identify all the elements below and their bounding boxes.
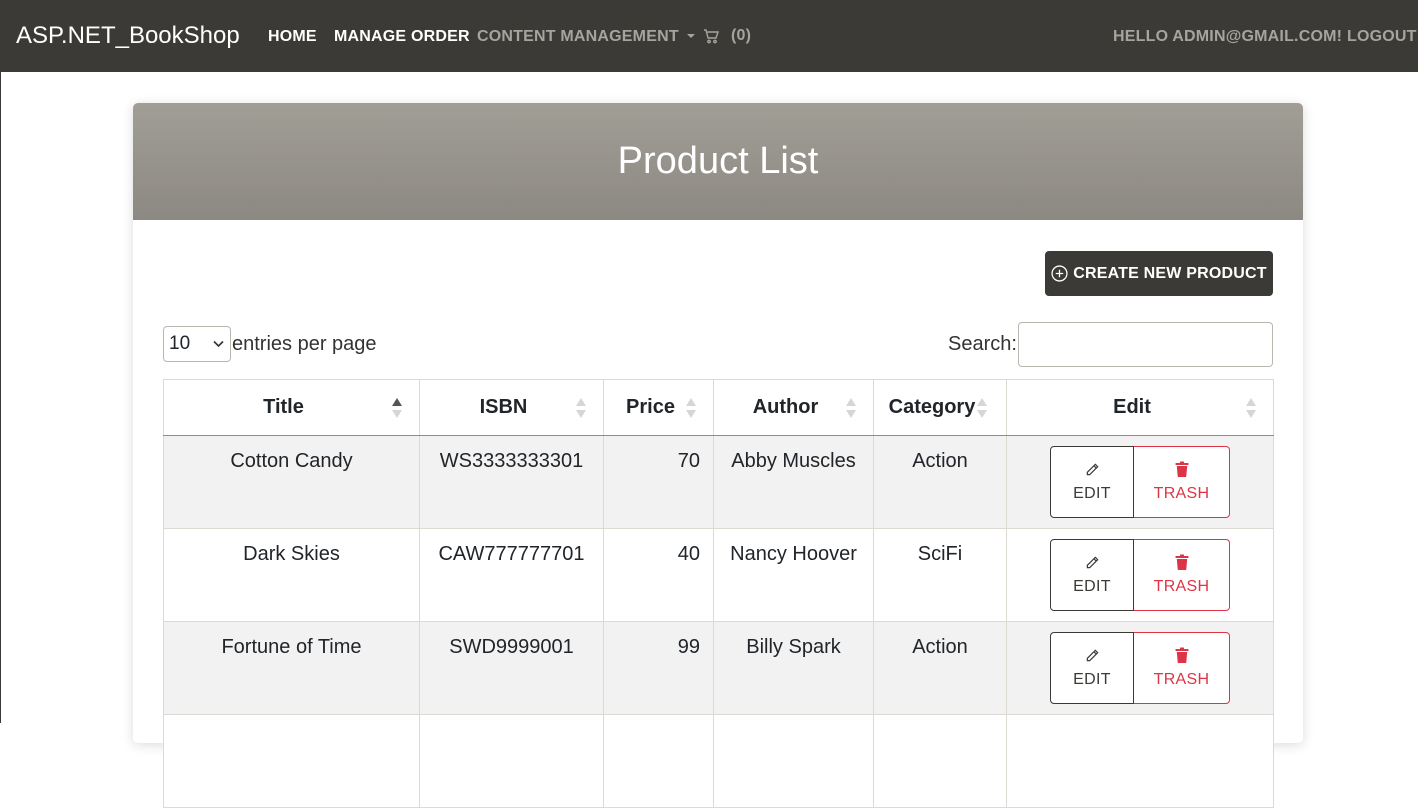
column-header-author[interactable]: Author [713,379,874,436]
edit-button[interactable]: EDIT [1050,632,1134,704]
pencil-icon [1086,555,1099,568]
sort-ascending-icon [392,398,402,418]
product-table: Title ISBN Price Author Category Edit Co… [163,379,1274,808]
column-header-label: ISBN [479,396,528,418]
cell-isbn: CAW777777701 [419,528,604,622]
column-header-label: Category [888,396,976,418]
cart-count: (0) [731,27,752,44]
row-action-buttons: EDIT TRASH [1050,539,1230,611]
caret-down-icon [686,34,695,38]
column-header-label: Edit [1113,396,1151,418]
table-row [163,714,1274,808]
cell-isbn [419,714,604,808]
search-label: Search: [948,333,1017,355]
cell-author: Nancy Hoover [713,528,874,622]
cell-category: Action [873,435,1007,529]
table-row: Cotton Candy WS3333333301 70 Abby Muscle… [163,435,1274,529]
card-header: Product List [133,103,1303,220]
plus-circle-icon [1051,265,1068,282]
cell-author: Abby Muscles [713,435,874,529]
edit-button[interactable]: EDIT [1050,446,1134,518]
trash-button[interactable]: TRASH [1134,446,1230,518]
column-header-label: Author [752,396,819,418]
trash-button[interactable]: TRASH [1134,539,1230,611]
nav-cart[interactable]: (0) [703,27,751,45]
chevron-down-icon [213,340,224,348]
nav-hello-user[interactable]: HELLO ADMIN@GMAIL.COM! [1113,28,1342,46]
cell-actions: EDIT TRASH [1006,528,1274,622]
nav-logout[interactable]: LOGOUT [1347,28,1417,46]
cell-price: 99 [603,621,714,715]
column-header-isbn[interactable]: ISBN [419,379,604,436]
table-row: Dark Skies CAW777777701 40 Nancy Hoover … [163,528,1274,622]
cell-category [873,714,1007,808]
trash-icon [1175,461,1188,477]
nav-manage-order[interactable]: MANAGE ORDER [334,28,470,46]
nav-content-management-label: CONTENT MANAGEMENT [477,28,679,45]
column-header-price[interactable]: Price [603,379,714,436]
trash-button-label: TRASH [1153,671,1210,688]
cell-isbn: WS3333333301 [419,435,604,529]
cell-actions [1006,714,1274,808]
page-title: Product List [617,140,819,182]
sort-arrows-icon [846,398,856,418]
cell-price [603,714,714,808]
cell-actions: EDIT TRASH [1006,621,1274,715]
entries-per-page-select[interactable]: 10 [163,326,231,362]
sort-arrows-icon [686,398,696,418]
row-action-buttons: EDIT TRASH [1050,446,1230,518]
cell-price: 70 [603,435,714,529]
table-row: Fortune of Time SWD9999001 99 Billy Spar… [163,621,1274,715]
nav-home[interactable]: HOME [268,28,317,46]
column-header-category[interactable]: Category [873,379,1007,436]
nav-content-management[interactable]: CONTENT MANAGEMENT [477,28,695,46]
brand-link[interactable]: ASP.NET_BookShop [16,22,240,50]
trash-button[interactable]: TRASH [1134,632,1230,704]
trash-icon [1175,554,1188,570]
cart-icon [704,29,719,44]
cell-title: Fortune of Time [163,621,420,715]
row-action-buttons: EDIT TRASH [1050,632,1230,704]
edit-button-label: EDIT [1073,484,1111,502]
cell-category: Action [873,621,1007,715]
trash-button-label: TRASH [1153,485,1210,502]
pencil-icon [1086,462,1099,475]
cell-title [163,714,420,808]
create-new-product-label: CREATE NEW PRODUCT [1073,264,1267,282]
pencil-icon [1086,648,1099,661]
edit-button-label: EDIT [1073,670,1111,688]
table-header-row: Title ISBN Price Author Category Edit [163,379,1274,436]
entries-per-page-label: entries per page [232,333,377,355]
left-edge-line [0,72,1,723]
cell-category: SciFi [873,528,1007,622]
cell-price: 40 [603,528,714,622]
cell-actions: EDIT TRASH [1006,435,1274,529]
sort-arrows-icon [576,398,586,418]
entries-per-page-value: 10 [169,333,191,354]
sort-arrows-icon [1246,398,1256,418]
column-header-label: Title [263,396,304,418]
edit-button-label: EDIT [1073,577,1111,595]
cell-author: Billy Spark [713,621,874,715]
top-navbar: ASP.NET_BookShop HOME MANAGE ORDER CONTE… [0,0,1418,72]
cell-author [713,714,874,808]
cell-isbn: SWD9999001 [419,621,604,715]
cell-title: Dark Skies [163,528,420,622]
column-header-label: Price [626,396,675,418]
create-new-product-button[interactable]: CREATE NEW PRODUCT [1045,251,1273,296]
column-header-edit[interactable]: Edit [1006,379,1274,436]
trash-button-label: TRASH [1153,578,1210,595]
edit-button[interactable]: EDIT [1050,539,1134,611]
product-list-card: Product List CREATE NEW PRODUCT 10 entri… [133,103,1303,808]
search-input[interactable] [1018,322,1273,367]
column-header-title[interactable]: Title [163,379,420,436]
sort-arrows-icon [977,398,987,418]
trash-icon [1175,647,1188,663]
cell-title: Cotton Candy [163,435,420,529]
